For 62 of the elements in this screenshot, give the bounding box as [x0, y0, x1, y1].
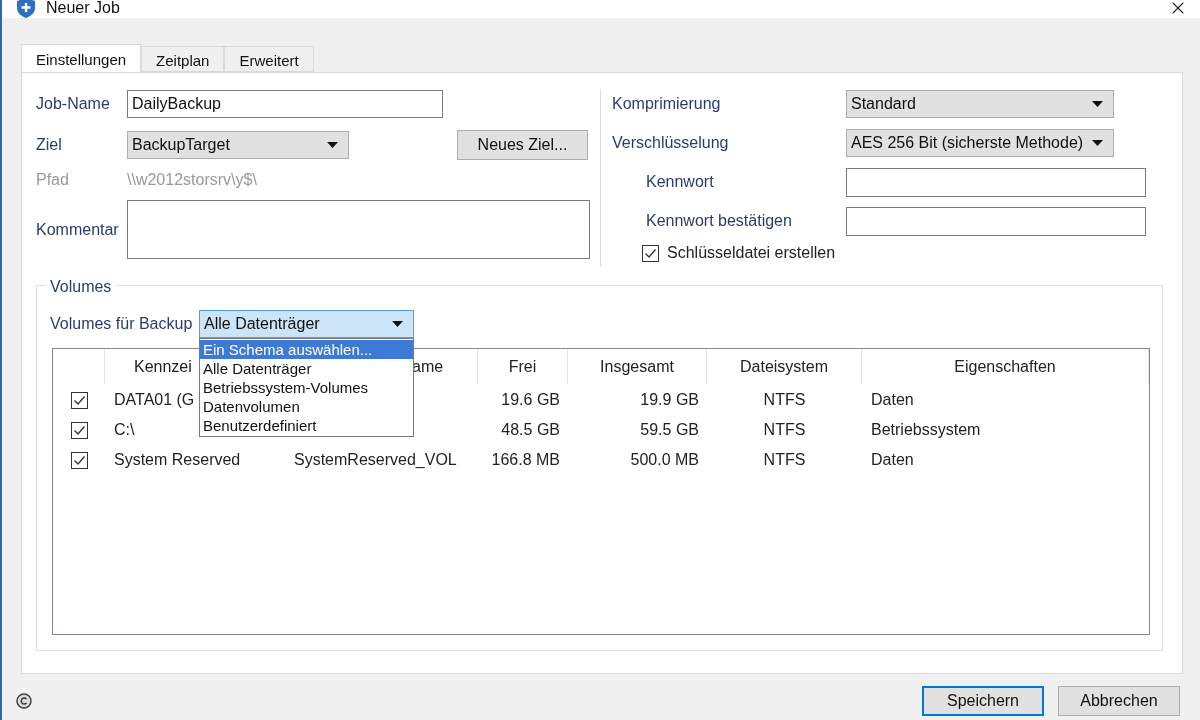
dropdown[interactable]: Alle Datenträger [199, 310, 414, 338]
checkbox-label: Schlüsseldatei erstellen [667, 243, 836, 263]
dialog-button[interactable]: Speichern [922, 686, 1044, 716]
field-label: Kennwort [646, 172, 715, 192]
table-cell-text: NTFS [763, 390, 806, 410]
caret-icon [327, 142, 338, 148]
field-label: Kommentar [36, 219, 120, 240]
table-cell-text: 166.8 MB [491, 450, 560, 470]
checkbox[interactable] [70, 421, 88, 439]
tab[interactable]: Erweitert [224, 46, 314, 72]
column-header[interactable]: Insgesamt [568, 349, 707, 384]
checkbox[interactable] [70, 391, 88, 409]
caret-icon [392, 321, 403, 327]
field-label: Verschlüsselung [612, 133, 730, 153]
field-label: Pfad [36, 170, 70, 190]
table-cell-text: 48.5 GB [501, 420, 560, 440]
caret-icon [1092, 140, 1103, 146]
password-field[interactable] [846, 167, 1146, 197]
dialog-button[interactable]: Abbrechen [1058, 686, 1180, 716]
table-cell-text: NTFS [763, 450, 806, 470]
checkmark-icon [644, 246, 657, 260]
path-value: \\w2012storsrv\y$\ [127, 170, 257, 190]
table-cell-text: NTFS [763, 420, 806, 440]
column-header[interactable]: Frei [478, 349, 568, 384]
table-cell-text: DATA01 (G [114, 390, 195, 410]
checkmark-icon [72, 393, 86, 407]
copyright-icon [16, 693, 32, 709]
tab[interactable]: Zeitplan [141, 46, 225, 72]
dropdown-option[interactable]: Benutzerdefiniert [200, 416, 413, 435]
table-cell-text: 19.6 GB [501, 390, 560, 410]
tab[interactable]: Einstellungen [21, 44, 142, 72]
column-header[interactable]: Dateisystem [707, 349, 862, 384]
checkbox[interactable] [70, 451, 88, 469]
table-cell-text: 59.5 GB [640, 420, 699, 440]
table-cell-text: Betriebssystem [871, 420, 981, 440]
checkmark-icon [72, 453, 86, 467]
field-label: Volumes für Backup [50, 314, 194, 334]
password-field[interactable] [846, 206, 1146, 236]
field-label: Komprimierung [612, 94, 722, 114]
table-cell-text: C:\ [114, 420, 135, 440]
checkmark-icon [72, 423, 86, 437]
new-target-button[interactable]: Neues Ziel... [457, 130, 588, 160]
dropdown[interactable]: Standard [846, 90, 1114, 118]
dropdown[interactable]: BackupTarget [127, 131, 349, 159]
checkbox[interactable] [642, 244, 659, 262]
field-label: Job-Name [36, 94, 111, 114]
field-label: Kennwort bestätigen [646, 211, 793, 231]
comment-field[interactable] [127, 200, 590, 259]
dropdown[interactable]: AES 256 Bit (sicherste Methode) [846, 129, 1114, 157]
field-label: Ziel [36, 135, 63, 155]
table-cell-text: Daten [871, 450, 914, 470]
dropdown-option[interactable]: Datenvolumen [200, 397, 413, 416]
table-cell-text: Daten [871, 390, 914, 410]
window-title: Neuer Job [46, 0, 120, 18]
dropdown-option[interactable]: Ein Schema auswählen... [200, 340, 413, 359]
column-header[interactable]: Eigenschaften [862, 349, 1149, 384]
text-field[interactable]: DailyBackup [127, 90, 443, 118]
table-cell-text: 19.9 GB [640, 390, 699, 410]
table-cell-text: System Reserved [114, 450, 241, 470]
table-cell-text: 500.0 MB [630, 450, 699, 470]
caret-icon [1092, 101, 1103, 107]
table-cell-text: SystemReserved_VOL [294, 450, 457, 470]
